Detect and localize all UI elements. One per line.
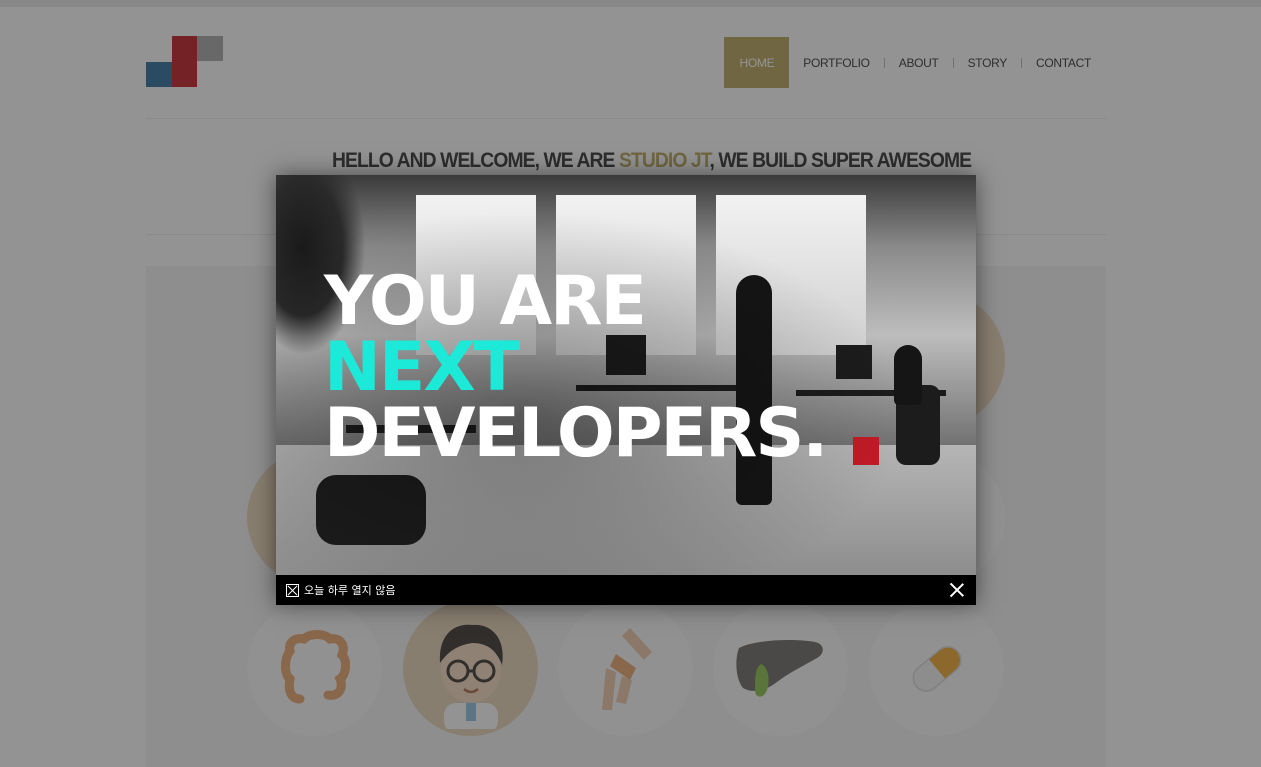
- popup-footer: 오늘 하루 열지 않음: [276, 575, 976, 605]
- checkbox-icon[interactable]: [286, 583, 299, 597]
- popup-line-3: DEVELOPERS.: [324, 394, 828, 473]
- close-icon[interactable]: [948, 581, 966, 599]
- dont-show-today-label: 오늘 하루 열지 않음: [304, 584, 396, 597]
- dont-show-today-toggle[interactable]: 오늘 하루 열지 않음: [286, 582, 395, 598]
- popup-line-2: NEXT: [324, 328, 520, 407]
- popup-headline: YOU ARE NEXT DEVELOPERS.: [324, 262, 828, 473]
- promo-popup: YOU ARE NEXT DEVELOPERS. 오늘 하루 열지 않음: [276, 175, 976, 605]
- popup-line-1: YOU ARE: [324, 262, 647, 341]
